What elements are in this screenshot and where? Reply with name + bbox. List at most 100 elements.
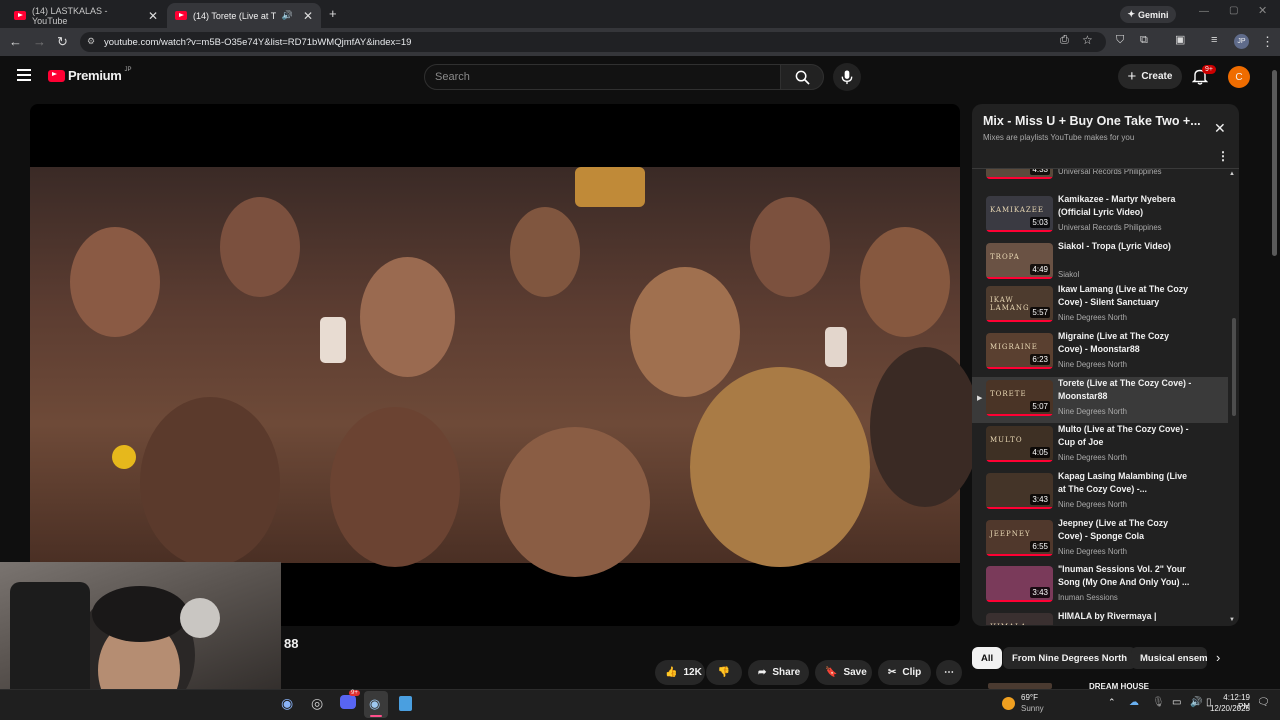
dislike-button[interactable]: 👎 — [706, 660, 742, 685]
save-label: Save — [843, 667, 867, 678]
playlist-title[interactable]: Mix - Miss U + Buy One Take Two +... — [983, 114, 1203, 128]
minimize-icon[interactable]: — — [1199, 7, 1209, 17]
playlist-item-thumbnail[interactable]: TORETE 5:07 — [986, 380, 1053, 416]
playlist-item-title: Kamikazee - Martyr Nyebera (Official Lyr… — [1058, 194, 1176, 217]
active-app-highlight[interactable]: ◉ — [364, 691, 388, 718]
playlist-item-thumbnail[interactable]: MULTO 4:05 — [986, 426, 1053, 462]
playlist-item[interactable]: MIGRAINE 6:23 Migraine (Live at The Cozy C… — [972, 330, 1228, 376]
like-button[interactable]: 👍 12K — [655, 660, 705, 685]
watched-progress-bar — [986, 600, 1053, 602]
weather-temp[interactable]: 69°F — [1021, 693, 1038, 702]
scroll-down-icon[interactable]: ▼ — [1229, 617, 1235, 623]
playlist-item[interactable]: 3:43 "Inuman Sessions Vol. 2" Your Song (… — [972, 563, 1228, 609]
chips-next-icon[interactable]: › — [1216, 650, 1220, 665]
playlist-item[interactable]: TROPA 4:49 Siakol - Tropa (Lyric Video) Sia… — [972, 240, 1228, 286]
share-arrow-icon: ➦ — [758, 667, 767, 678]
playlist-item[interactable]: HIMALA HIMALA by Rivermaya | — [972, 610, 1228, 625]
cloud-icon[interactable]: ☁ — [1129, 697, 1139, 708]
hamburger-menu-icon[interactable] — [17, 69, 31, 81]
watched-progress-bar — [986, 320, 1053, 322]
tray-chevron-icon[interactable]: ⌃ — [1108, 697, 1116, 708]
media-control-icon[interactable]: ≡ — [1211, 35, 1217, 46]
chip-musical-ensemble[interactable]: Musical ensem — [1131, 647, 1207, 669]
playlist-item[interactable]: MULTO 4:05 Multo (Live at The Cozy Cove) -… — [972, 423, 1228, 469]
avatar-letter: C — [1235, 71, 1243, 83]
more-actions-button[interactable]: ⋯ — [936, 660, 962, 685]
notifications-button[interactable]: 9+ — [1191, 65, 1216, 90]
back-icon[interactable]: ← — [9, 35, 22, 48]
youtube-premium-logo[interactable]: Premium JP — [48, 67, 132, 83]
volume-icon[interactable]: 🔊 — [1190, 697, 1202, 708]
playlist-item[interactable]: IKAW LAMANG 5:57 Ikaw Lamang (Live at The … — [972, 283, 1228, 329]
clock-date[interactable]: 12/20/2025 — [1208, 704, 1250, 713]
playlist-item[interactable]: ▶ TORETE 5:07 Torete (Live at The Cozy Cove… — [972, 377, 1228, 423]
scroll-up-icon[interactable]: ▲ — [1229, 171, 1235, 177]
page-scrollbar[interactable] — [1272, 70, 1277, 256]
mic-tray-icon[interactable]: 🎙 — [1152, 697, 1165, 708]
playlist-item-channel: Nine Degrees North — [1058, 313, 1127, 322]
notepad-icon[interactable] — [399, 696, 412, 711]
playlist-item-thumbnail[interactable]: 3:43 — [986, 473, 1053, 509]
playlist-item-thumbnail[interactable]: KAMIKAZEE 5:03 — [986, 196, 1053, 232]
playlist-item-channel: Inuman Sessions — [1058, 593, 1118, 602]
playlist-menu-icon[interactable]: ⋮ — [1217, 149, 1229, 163]
shield-icon[interactable]: ⛉ — [1116, 35, 1124, 46]
profile-avatar[interactable]: JP — [1234, 34, 1249, 49]
playlist-item-thumbnail[interactable]: 4:33 — [986, 169, 1053, 179]
playlist-item-channel: Nine Degrees North — [1058, 500, 1127, 509]
playlist-item-thumbnail[interactable]: 3:43 — [986, 566, 1053, 602]
close-playlist-icon[interactable]: ✕ — [1214, 120, 1226, 137]
speaker-icon[interactable]: 🔊 — [282, 10, 293, 21]
browser-menu-icon[interactable]: ⋮ — [1261, 35, 1274, 48]
app-circle-icon[interactable]: ◎ — [311, 695, 323, 712]
discord-badge: 9+ — [349, 690, 360, 696]
voice-search-button[interactable] — [833, 63, 861, 91]
network-icon[interactable]: ▭ — [1172, 697, 1181, 708]
playlist-item[interactable]: 4:33(Official Lyric Video)Universal Reco… — [972, 169, 1228, 186]
close-tab-icon[interactable]: ✕ — [148, 9, 158, 23]
discord-icon[interactable]: 9+ — [340, 690, 360, 709]
url-bar[interactable]: ⚙ youtube.com/watch?v=m5B-O35e74Y&list=R… — [80, 32, 1106, 52]
search-button[interactable] — [780, 64, 824, 90]
extensions-icon[interactable]: ⧉ — [1140, 35, 1148, 46]
tab-torete[interactable]: (14) Torete (Live at The Coz 🔊 ✕ — [167, 3, 321, 28]
steam-icon[interactable]: ◉ — [281, 695, 293, 712]
playlist-item[interactable]: 3:43 Kapag Lasing Malambing (Live at The … — [972, 470, 1228, 516]
site-info-icon[interactable]: ⚙ — [87, 36, 95, 47]
window-close-icon[interactable]: ✕ — [1258, 6, 1267, 17]
weather-desc[interactable]: Sunny — [1021, 704, 1044, 713]
tab-lastkalas[interactable]: (14) LASTKALAS - YouTube ✕ — [6, 3, 166, 28]
chip-from-channel[interactable]: From Nine Degrees North — [1003, 647, 1137, 669]
save-button[interactable]: 🔖 Save — [815, 660, 872, 685]
next-video-title[interactable]: DREAM HOUSE — [1089, 682, 1149, 689]
watched-progress-bar — [986, 277, 1053, 279]
install-app-icon[interactable]: ⎙ — [1060, 35, 1069, 46]
thumbs-up-icon: 👍 — [665, 667, 678, 678]
playlist-item[interactable]: JEEPNEY 6:55 Jeepney (Live at The Cozy Cov… — [972, 517, 1228, 563]
maximize-icon[interactable]: ▢ — [1229, 6, 1238, 16]
create-button[interactable]: + Create — [1118, 64, 1182, 89]
playlist-item[interactable]: KAMIKAZEE 5:03 Kamikazee - Martyr Nyebera … — [972, 193, 1228, 239]
share-button[interactable]: ➦ Share — [748, 660, 809, 685]
playlist-item-thumbnail[interactable]: JEEPNEY 6:55 — [986, 520, 1053, 556]
reload-icon[interactable]: ↻ — [57, 35, 68, 48]
playlist-item-thumbnail[interactable]: MIGRAINE 6:23 — [986, 333, 1053, 369]
close-tab-icon[interactable]: ✕ — [303, 9, 313, 23]
search-input[interactable]: Search — [424, 64, 781, 90]
notification-center-icon[interactable]: 🗨 — [1257, 697, 1270, 708]
playlist-item-thumbnail[interactable]: TROPA 4:49 — [986, 243, 1053, 279]
playlist-item-title: Kapag Lasing Malambing (Live at The Cozy… — [1058, 471, 1188, 494]
playlist-item-thumbnail[interactable]: HIMALA — [986, 613, 1053, 625]
new-tab-icon[interactable]: + — [329, 7, 337, 20]
taskbar — [0, 689, 1280, 720]
clip-label: Clip — [902, 667, 922, 678]
gemini-button[interactable]: ✦ Gemini — [1120, 6, 1176, 23]
clip-button[interactable]: ✂ Clip — [878, 660, 931, 685]
playlist-scrollbar[interactable] — [1232, 318, 1236, 416]
account-avatar[interactable]: C — [1228, 66, 1250, 88]
forward-icon[interactable]: → — [33, 35, 46, 48]
sidepanel-icon[interactable]: ▣ — [1175, 35, 1185, 46]
playlist-item-thumbnail[interactable]: IKAW LAMANG 5:57 — [986, 286, 1053, 322]
bookmark-star-icon[interactable]: ☆ — [1082, 34, 1093, 46]
chip-all[interactable]: All — [972, 647, 1003, 669]
